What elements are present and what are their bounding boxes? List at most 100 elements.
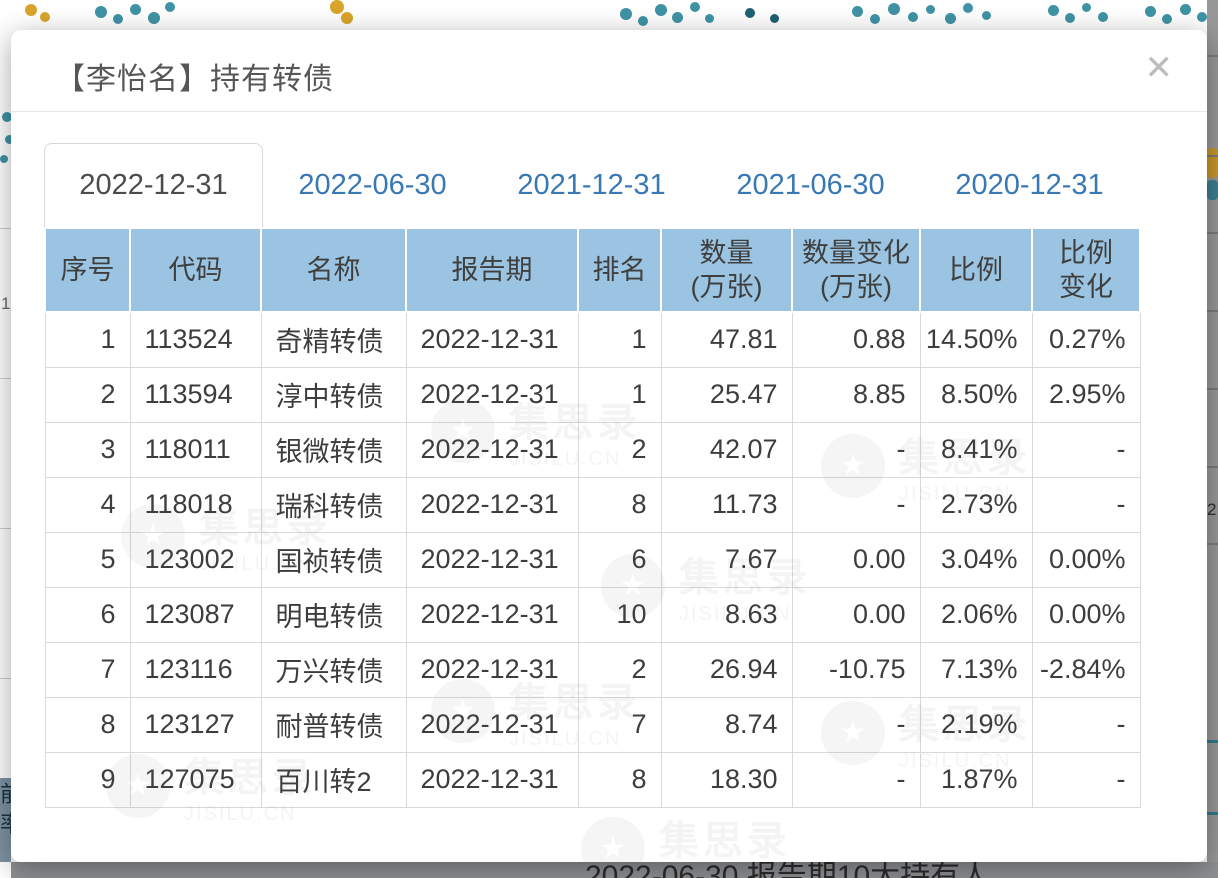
cell-code-link[interactable]: 123127 — [129, 696, 262, 753]
report-period-tabs: 2022-12-31 2022-06-30 2021-12-31 2021-06… — [44, 143, 1207, 227]
jisilu-watermark: ★集思录JISILU.CN — [581, 808, 791, 862]
cell-qty-change: 0.00 — [791, 586, 921, 643]
cell-qty: 18.30 — [660, 751, 793, 808]
cell-name: 国祯转债 — [260, 531, 407, 588]
cell-code-link[interactable]: 123002 — [129, 531, 262, 588]
jisilu-logo-icon: ★ — [581, 816, 645, 862]
background-yellow-blob — [1207, 148, 1218, 178]
background-gridline — [1207, 55, 1218, 57]
cell-qty: 8.63 — [660, 586, 793, 643]
background-scatter-dot — [1180, 4, 1191, 15]
background-scatter-dot — [95, 6, 107, 18]
cell-ratio: 2.06% — [919, 586, 1033, 643]
background-scatter-dot — [1145, 6, 1156, 17]
background-scatter-dot — [25, 4, 37, 16]
cell-seq: 1 — [44, 311, 131, 368]
cell-seq: 7 — [44, 641, 131, 698]
table-row: 3 118011 银微转债 2022-12-31 2 42.07 - 8.41%… — [44, 421, 1141, 478]
background-teal-blob — [1207, 180, 1218, 200]
cell-code-link[interactable]: 127075 — [129, 751, 262, 808]
background-gridline — [0, 228, 11, 229]
background-scatter-dot — [745, 8, 755, 18]
cell-qty: 47.81 — [660, 311, 793, 368]
background-axis-label-left: 1 — [1, 294, 11, 313]
background-scatter-dot — [1162, 14, 1172, 24]
holdings-table: 序号 代码 名称 报告期 排名 数量 (万张) 数量变化 (万张) 比例 比例 … — [44, 227, 1141, 808]
background-gridline — [1207, 388, 1218, 390]
background-scatter-dot — [1065, 13, 1075, 23]
cell-name: 万兴转债 — [260, 641, 407, 698]
cell-period: 2022-12-31 — [405, 531, 579, 588]
background-scatter-dot — [870, 14, 880, 24]
cell-seq: 8 — [44, 696, 131, 753]
background-gridline — [1207, 466, 1218, 468]
tab-2021-06-30[interactable]: 2021-06-30 — [701, 143, 920, 227]
tab-2020-12-31[interactable]: 2020-12-31 — [920, 143, 1139, 227]
cell-seq: 2 — [44, 366, 131, 423]
background-scatter-dot — [620, 8, 632, 20]
background-scatter-dot — [330, 0, 344, 14]
cell-name: 奇精转债 — [260, 311, 407, 368]
tab-2022-12-31[interactable]: 2022-12-31 — [44, 143, 263, 227]
cell-ratio-change: - — [1031, 696, 1141, 753]
cell-name: 明电转债 — [260, 586, 407, 643]
background-right-strip: 2 — [1207, 0, 1218, 878]
background-gridline — [1207, 310, 1218, 312]
cell-rank: 6 — [577, 531, 662, 588]
background-scatter-dot — [148, 12, 160, 24]
cell-code-link[interactable]: 123087 — [129, 586, 262, 643]
cell-qty: 11.73 — [660, 476, 793, 533]
background-left-partial-text: 前率 — [0, 782, 11, 842]
header-name: 名称 — [260, 227, 407, 313]
cell-qty-change: 8.85 — [791, 366, 921, 423]
tab-2021-12-31[interactable]: 2021-12-31 — [482, 143, 701, 227]
cell-ratio: 2.73% — [919, 476, 1033, 533]
cell-period: 2022-12-31 — [405, 641, 579, 698]
table-row: 7 123116 万兴转债 2022-12-31 2 26.94 -10.75 … — [44, 641, 1141, 698]
cell-qty: 42.07 — [660, 421, 793, 478]
cell-qty: 26.94 — [660, 641, 793, 698]
background-teal-line — [1207, 740, 1218, 743]
cell-ratio-change: - — [1031, 476, 1141, 533]
cell-ratio-change: 0.27% — [1031, 311, 1141, 368]
background-gridline — [0, 378, 11, 379]
background-scatter-dot — [770, 14, 779, 23]
background-scatter-dot — [982, 11, 991, 20]
cell-ratio-change: 2.95% — [1031, 366, 1141, 423]
cell-qty-change: -10.75 — [791, 641, 921, 698]
cell-period: 2022-12-31 — [405, 696, 579, 753]
background-scatter-dot — [945, 13, 956, 24]
cell-code-link[interactable]: 123116 — [129, 641, 262, 698]
background-scatter-dot — [963, 3, 973, 13]
cell-name: 银微转债 — [260, 421, 407, 478]
cell-name: 耐普转债 — [260, 696, 407, 753]
cell-rank: 10 — [577, 586, 662, 643]
background-scatter-dot — [1048, 5, 1059, 16]
cell-ratio-change: - — [1031, 751, 1141, 808]
cell-code-link[interactable]: 113594 — [129, 366, 262, 423]
cell-qty-change: - — [791, 696, 921, 753]
tab-2022-06-30[interactable]: 2022-06-30 — [263, 143, 482, 227]
background-gridline — [0, 528, 11, 529]
cell-ratio: 7.13% — [919, 641, 1033, 698]
background-scatter-dot — [113, 14, 123, 24]
cell-code-link[interactable]: 113524 — [129, 311, 262, 368]
holdings-modal: 【李怡名】持有转债 ✕ 2022-12-31 2022-06-30 2021-1… — [11, 30, 1207, 862]
close-icon[interactable]: ✕ — [1145, 48, 1174, 88]
background-scatter-dot — [130, 4, 141, 15]
cell-seq: 6 — [44, 586, 131, 643]
background-scatter-dot — [705, 14, 714, 23]
table-row: 9 127075 百川转2 2022-12-31 8 18.30 - 1.87%… — [44, 751, 1141, 808]
background-scatter-dot — [638, 16, 648, 26]
background-gridline — [1207, 232, 1218, 234]
cell-code-link[interactable]: 118011 — [129, 421, 262, 478]
cell-ratio-change: - — [1031, 421, 1141, 478]
cell-qty: 7.67 — [660, 531, 793, 588]
cell-ratio: 1.87% — [919, 751, 1033, 808]
background-gridline — [1207, 543, 1218, 545]
cell-qty-change: - — [791, 421, 921, 478]
cell-code-link[interactable]: 118018 — [129, 476, 262, 533]
background-axis-label-right: 2 — [1207, 500, 1217, 519]
table-row: 6 123087 明电转债 2022-12-31 10 8.63 0.00 2.… — [44, 586, 1141, 643]
table-row: 4 118018 瑞科转债 2022-12-31 8 11.73 - 2.73%… — [44, 476, 1141, 533]
